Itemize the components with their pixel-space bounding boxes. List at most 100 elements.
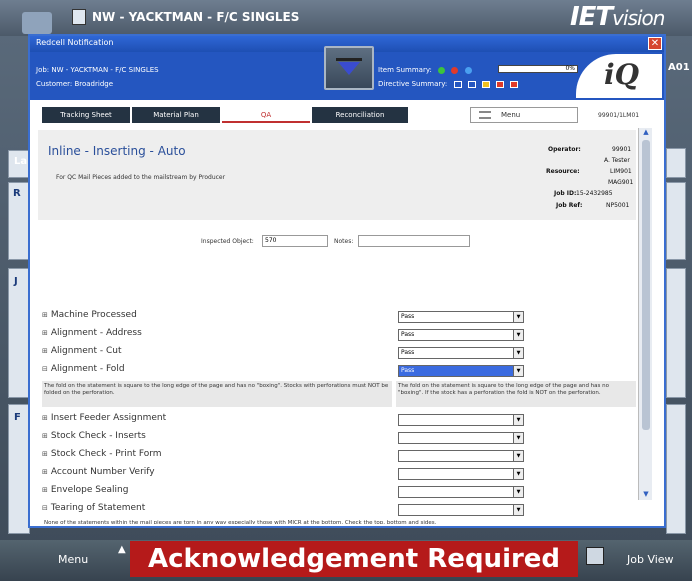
qa-check-label[interactable]: ⊞ Machine Processed [42, 310, 137, 320]
qa-result-select[interactable]: ▼ [398, 414, 524, 426]
scroll-up-icon[interactable]: ▲ [640, 128, 652, 138]
expand-icon[interactable]: ⊞ [42, 450, 48, 458]
chevron-down-icon[interactable]: ▼ [513, 348, 523, 358]
tab-tracking-sheet[interactable]: Tracking Sheet [42, 107, 130, 123]
scroll-thumb[interactable] [642, 140, 650, 430]
job-line: Job: NW - YACKTMAN - F/C SINGLES [36, 66, 159, 74]
progress-percent: 0% [565, 65, 575, 72]
collapse-icon[interactable]: ⊟ [42, 504, 48, 512]
iet-vision-logo: IETvision [570, 2, 665, 32]
chevron-down-icon[interactable]: ▼ [513, 451, 523, 461]
menu-icon [479, 111, 491, 119]
tab-reconciliation[interactable]: Reconciliation [312, 107, 408, 123]
qa-check-text: Alignment - Address [50, 328, 142, 338]
expand-icon[interactable]: ⊞ [42, 329, 48, 337]
qa-check-text: Alignment - Cut [50, 346, 122, 356]
notes-label: Notes: [334, 238, 354, 245]
station-info-box: Inline - Inserting - Auto For QC Mail Pi… [38, 130, 636, 220]
qa-check-label[interactable]: ⊞ Account Number Verify [42, 467, 155, 477]
qa-check-label[interactable]: ⊟ Alignment - Fold [42, 364, 125, 374]
green-status-icon [438, 66, 446, 74]
bottom-menu-button[interactable]: Menu [58, 553, 88, 566]
chevron-down-icon[interactable]: ▼ [513, 366, 523, 376]
qa-result-select[interactable]: Pass ▼ [398, 365, 524, 377]
chevron-down-icon[interactable]: ▼ [513, 487, 523, 497]
qa-result-value: Pass [401, 313, 415, 320]
qa-check-label[interactable]: ⊞ Envelope Sealing [42, 485, 128, 495]
qa-check-text: Envelope Sealing [50, 485, 129, 495]
redcell-notification-dialog: Redcell Notification ✕ Job: NW - YACKTMA… [28, 34, 666, 528]
qa-result-select[interactable]: Pass ▼ [398, 311, 524, 323]
tab-bar: Tracking Sheet Material Plan QA Reconcil… [30, 100, 664, 126]
menu-button[interactable]: Menu [470, 107, 578, 123]
inspected-object-input[interactable]: 570 [262, 235, 328, 247]
scrollbar[interactable]: ▲ ▼ [638, 128, 652, 500]
qa-check-text: Stock Check - Inserts [50, 431, 146, 441]
expand-icon[interactable]: ⊞ [42, 468, 48, 476]
job-header: Job: NW - YACKTMAN - F/C SINGLES Custome… [30, 46, 664, 100]
chevron-down-icon[interactable]: ▼ [513, 505, 523, 515]
dropdown-toggle-button[interactable] [324, 46, 374, 90]
qa-check-text: Machine Processed [50, 310, 137, 320]
fold-description-left: The fold on the statement is square to t… [42, 381, 392, 407]
qa-result-select[interactable]: ▼ [398, 432, 524, 444]
chevron-down-icon[interactable]: ▼ [513, 312, 523, 322]
right-label: A01 [668, 62, 690, 73]
qa-result-value: Pass [401, 331, 415, 338]
qa-check-label[interactable]: ⊞ Stock Check - Inserts [42, 431, 146, 441]
bar-icon [336, 58, 362, 61]
job-view-button[interactable]: Job View [627, 553, 674, 566]
chevron-down-icon[interactable]: ▼ [513, 469, 523, 479]
chevron-down-icon[interactable]: ▼ [513, 415, 523, 425]
qa-result-select[interactable]: Pass ▼ [398, 329, 524, 341]
station-title: Inline - Inserting - Auto [48, 144, 186, 158]
acknowledgement-banner[interactable]: Acknowledgement Required [130, 541, 578, 577]
item-summary: Item Summary: [378, 66, 472, 74]
expand-icon[interactable]: ⊞ [42, 347, 48, 355]
notes-input[interactable] [358, 235, 470, 247]
caret-up-icon[interactable]: ▲ [118, 544, 126, 555]
qa-check-text: Insert Feeder Assignment [50, 413, 167, 423]
fold-description-right: The fold on the statement is square to t… [396, 381, 636, 407]
qa-check-label[interactable]: ⊞ Alignment - Address [42, 328, 142, 338]
tab-material-plan[interactable]: Material Plan [132, 107, 220, 123]
qa-result-select[interactable]: ▼ [398, 450, 524, 462]
qa-check-label[interactable]: ⊞ Insert Feeder Assignment [42, 413, 166, 423]
qa-result-select[interactable]: ▼ [398, 504, 524, 516]
qa-check-label[interactable]: ⊟ Tearing of Statement [42, 503, 145, 513]
qa-check-text: Tearing of Statement [50, 503, 146, 513]
expand-icon[interactable]: ⊞ [42, 486, 48, 494]
chevron-down-icon[interactable]: ▼ [513, 330, 523, 340]
folder-icon[interactable] [22, 12, 52, 34]
flag-icon [467, 80, 476, 88]
expand-icon[interactable]: ⊞ [42, 414, 48, 422]
iq-logo: iQ [576, 54, 662, 98]
expand-icon[interactable]: ⊞ [42, 432, 48, 440]
job-ref: NP5001 [606, 202, 630, 209]
customer-line: Customer: Broadridge [36, 80, 114, 88]
scroll-down-icon[interactable]: ▼ [640, 490, 652, 500]
document-icon [72, 9, 86, 25]
expand-icon[interactable]: ⊞ [42, 311, 48, 319]
flag-icon [481, 80, 490, 88]
resource-1: LIM901 [610, 168, 632, 175]
chevron-down-icon[interactable]: ▼ [513, 433, 523, 443]
item-progress-bar: 0% [498, 65, 578, 73]
qa-check-label[interactable]: ⊞ Alignment - Cut [42, 346, 121, 356]
tab-qa[interactable]: QA [222, 107, 310, 123]
qa-check-label[interactable]: ⊞ Stock Check - Print Form [42, 449, 162, 459]
resource-2: MAG901 [608, 179, 634, 186]
red-status-icon [451, 66, 459, 74]
collapse-icon[interactable]: ⊟ [42, 365, 48, 373]
qa-result-select[interactable]: ▼ [398, 468, 524, 480]
qa-result-select[interactable]: Pass ▼ [398, 347, 524, 359]
side-label-la: La [14, 156, 28, 167]
side-label-f: F [14, 412, 21, 423]
bg-panel-right-2 [666, 182, 686, 260]
job-view-icon[interactable] [586, 547, 604, 565]
directive-summary: Directive Summary: [378, 80, 519, 88]
chevron-down-icon [338, 62, 360, 75]
close-icon[interactable]: ✕ [648, 37, 662, 50]
qa-result-select[interactable]: ▼ [398, 486, 524, 498]
qa-check-text: Account Number Verify [50, 467, 155, 477]
